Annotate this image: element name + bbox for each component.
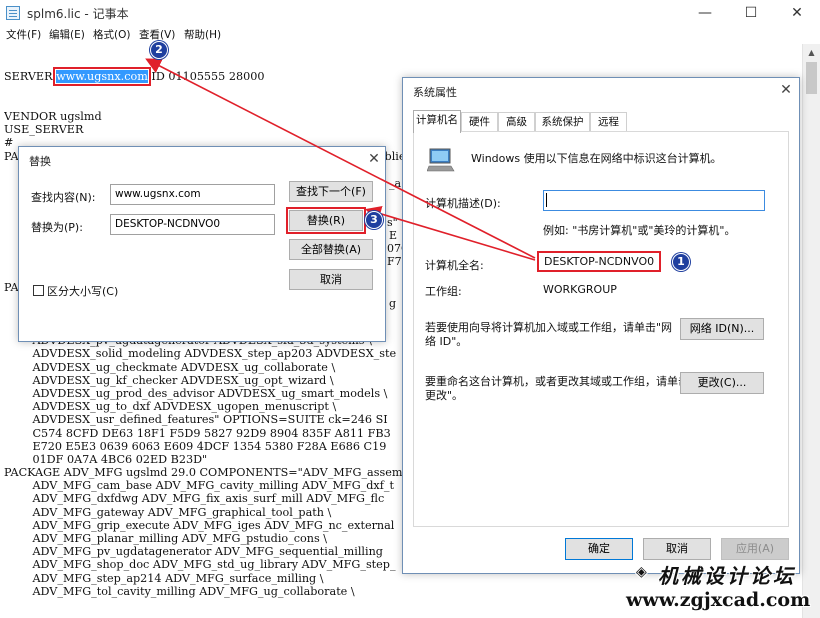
full-name-label: 计算机全名: — [425, 259, 484, 272]
find-next-button[interactable]: 查找下一个(F) — [289, 181, 373, 202]
step-badge-2: 2 — [150, 41, 168, 59]
tab-computer-name[interactable]: 计算机名 — [413, 110, 461, 133]
cancel-button[interactable]: 取消 — [643, 538, 711, 560]
menu-format[interactable]: 格式(O) — [93, 27, 130, 42]
computer-icon — [427, 148, 455, 172]
peek-text: _a — [389, 177, 402, 190]
menu-edit[interactable]: 编辑(E) — [49, 27, 85, 42]
minimize-icon[interactable]: — — [682, 0, 728, 26]
network-id-button[interactable]: 网络 ID(N)... — [680, 318, 764, 340]
match-case-checkbox[interactable] — [33, 285, 44, 296]
system-properties-dialog: 系统属性 ✕ 计算机名 硬件 高级 系统保护 远程 Windows 使用以下信息… — [402, 77, 800, 574]
change-button[interactable]: 更改(C)... — [680, 372, 764, 394]
system-properties-title: 系统属性 — [413, 86, 457, 99]
intro-text: Windows 使用以下信息在网络中标识这台计算机。 — [471, 152, 722, 165]
peek-text: g — [389, 297, 397, 310]
diamond-logo-icon: ◈ — [636, 564, 650, 580]
ok-button[interactable]: 确定 — [565, 538, 633, 560]
replace-input[interactable]: DESKTOP-NCDNVO0 — [110, 214, 275, 235]
scroll-up-icon[interactable]: ▲ — [803, 44, 820, 61]
replace-all-button[interactable]: 全部替换(A) — [289, 239, 373, 260]
step-badge-1: 1 — [672, 253, 690, 271]
tab-remote[interactable]: 远程 — [590, 112, 627, 132]
server-suffix: ID 01105555 28000 — [147, 70, 265, 84]
step-badge-3: 3 — [365, 211, 383, 229]
close-icon[interactable]: ✕ — [361, 147, 387, 171]
replace-button[interactable]: 替换(R) — [286, 207, 366, 234]
rename-text: 更改"。 — [425, 389, 464, 402]
tab-advanced[interactable]: 高级 — [498, 112, 535, 132]
apply-button[interactable]: 应用(A) — [721, 538, 789, 560]
text-caret — [546, 193, 547, 207]
watermark-url: www.zgjxcad.com — [626, 589, 811, 611]
workgroup-value: WORKGROUP — [543, 283, 617, 296]
scroll-thumb[interactable] — [806, 62, 817, 94]
full-name-value: DESKTOP-NCDNVO0 — [536, 251, 662, 272]
network-id-text: 络 ID"。 — [425, 335, 468, 348]
server-prefix: SERVER — [4, 70, 57, 84]
close-icon[interactable]: ✕ — [774, 0, 820, 26]
tab-system-protection[interactable]: 系统保护 — [535, 112, 590, 132]
rename-text: 要重命名这台计算机，或者更改其域或工作组，请单击" — [425, 375, 695, 388]
match-case-label: 区分大小写(C) — [47, 285, 119, 298]
notepad-scrollbar[interactable]: ▲ — [802, 44, 820, 618]
peek-text: s" — [387, 216, 398, 229]
watermark-title: ◈ 机械设计论坛 — [636, 560, 820, 590]
peek-text: E — [389, 229, 398, 242]
workgroup-label: 工作组: — [425, 285, 462, 298]
cancel-button[interactable]: 取消 — [289, 269, 373, 290]
find-input[interactable]: www.ugsnx.com — [110, 184, 275, 205]
replace-dialog-title: 替换 — [29, 155, 51, 168]
maximize-icon[interactable]: ☐ — [728, 0, 774, 26]
notepad-icon — [6, 6, 20, 20]
close-icon[interactable]: ✕ — [773, 78, 799, 102]
notepad-menubar: 文件(F) 编辑(E) 格式(O) 查看(V) 帮助(H) — [0, 26, 820, 44]
selected-host: www.ugsnx.com — [53, 67, 151, 87]
menu-view[interactable]: 查看(V) — [139, 27, 175, 42]
notepad-title: splm6.lic - 记事本 — [27, 7, 129, 21]
description-example: 例如: "书房计算机"或"美玲的计算机"。 — [543, 224, 736, 237]
description-input[interactable] — [543, 190, 765, 211]
replace-label: 替换为(P): — [31, 221, 83, 234]
menu-file[interactable]: 文件(F) — [6, 27, 41, 42]
tab-hardware[interactable]: 硬件 — [461, 112, 498, 132]
find-label: 查找内容(N): — [31, 191, 96, 204]
description-label: 计算机描述(D): — [425, 197, 501, 210]
menu-help[interactable]: 帮助(H) — [184, 27, 221, 42]
notepad-titlebar[interactable]: splm6.lic - 记事本 — ☐ ✕ — [0, 0, 820, 26]
watermark-title-text: 机械设计论坛 — [658, 564, 796, 588]
replace-dialog: 替换 ✕ 查找内容(N): www.ugsnx.com 替换为(P): DESK… — [18, 146, 386, 342]
